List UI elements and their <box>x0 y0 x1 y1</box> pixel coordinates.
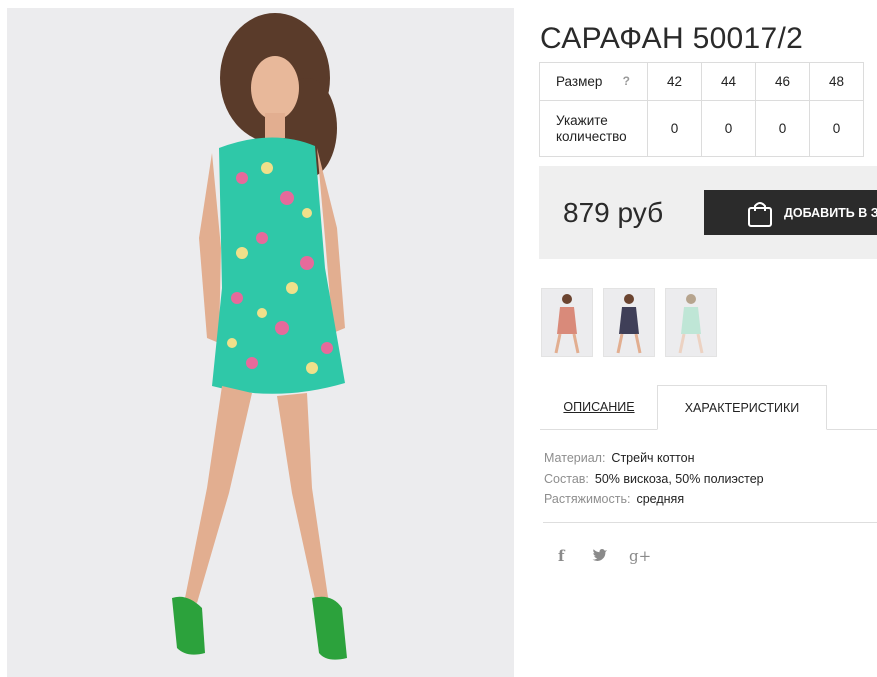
twitter-icon[interactable] <box>592 548 608 566</box>
size-42: 42 <box>647 62 702 101</box>
thumbnail-navy-dress[interactable] <box>603 288 655 357</box>
size-44: 44 <box>701 62 756 101</box>
product-title: САРАФАН 50017/2 <box>540 22 804 56</box>
quantity-row: Укажите количество 0 0 0 0 <box>539 100 864 157</box>
add-to-cart-button[interactable]: ДОБАВИТЬ В ЗАКАЗ <box>704 190 877 235</box>
divider <box>543 522 877 523</box>
quantity-input-48[interactable]: 0 <box>809 100 864 157</box>
characteristic-key: Растяжимость: <box>544 492 631 506</box>
size-label-cell: Размер ? <box>539 62 648 101</box>
size-48: 48 <box>809 62 864 101</box>
quantity-label-cell: Укажите количество <box>539 100 648 157</box>
google-plus-icon[interactable]: g+ <box>629 547 651 565</box>
thumbnail-mint-image <box>678 294 704 354</box>
size-row: Размер ? 42 44 46 48 <box>539 62 864 101</box>
quantity-input-44[interactable]: 0 <box>701 100 756 157</box>
quantity-input-42[interactable]: 0 <box>647 100 702 157</box>
shopping-bag-icon <box>748 202 772 227</box>
characteristic-value: средняя <box>636 492 685 506</box>
characteristic-material: Материал: Стрейч коттон <box>544 448 764 469</box>
quantity-label-line2: количество <box>556 128 627 144</box>
thumbnail-mint-dress[interactable] <box>665 288 717 357</box>
characteristics-list: Материал: Стрейч коттон Состав: 50% вискоз… <box>544 448 764 510</box>
characteristic-key: Материал: <box>544 451 606 465</box>
price-panel: 879 руб ДОБАВИТЬ В ЗАКАЗ <box>539 166 877 259</box>
quantity-input-46[interactable]: 0 <box>755 100 810 157</box>
size-label: Размер <box>556 74 603 89</box>
tab-description[interactable]: ОПИСАНИЕ <box>540 385 658 429</box>
tab-characteristics[interactable]: ХАРАКТЕРИСТИКИ <box>657 385 827 430</box>
thumbnail-navy-image <box>616 294 642 354</box>
facebook-icon[interactable]: f <box>558 547 564 565</box>
characteristic-value: Стрейч коттон <box>611 451 695 465</box>
product-price: 879 руб <box>563 197 664 228</box>
characteristic-stretch: Растяжимость: средняя <box>544 489 764 510</box>
quantity-label-line1: Укажите <box>556 112 608 128</box>
add-to-cart-label: ДОБАВИТЬ В ЗАКАЗ <box>784 205 877 220</box>
characteristic-value: 50% вискоза, 50% полиэстер <box>594 471 764 486</box>
characteristic-key: Состав: <box>544 471 589 486</box>
size-quantity-table: Размер ? 42 44 46 48 Укажите количество … <box>539 62 864 157</box>
model-in-dress-illustration <box>172 13 347 660</box>
product-main-image[interactable] <box>7 8 514 677</box>
size-help-icon[interactable]: ? <box>623 74 630 88</box>
thumbnail-coral-image <box>554 294 580 354</box>
characteristic-composition: Состав: 50% вискоза, 50% полиэстер <box>544 469 764 490</box>
thumbnail-coral-dress[interactable] <box>541 288 593 357</box>
size-46: 46 <box>755 62 810 101</box>
